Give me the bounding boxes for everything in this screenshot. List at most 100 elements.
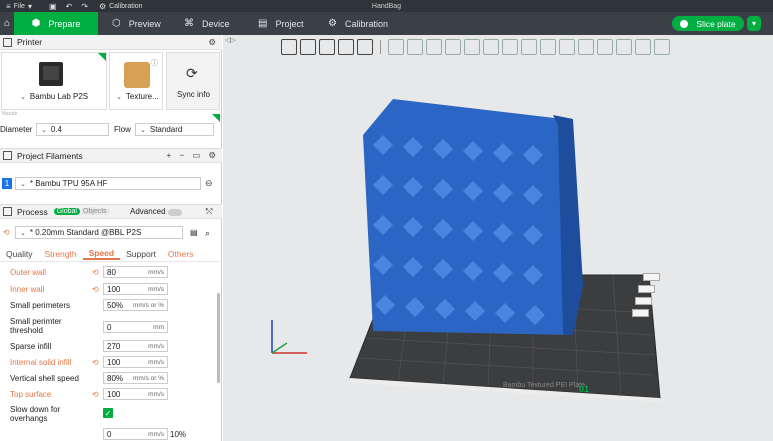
process-section-header: Process Global Objects Advanced ⤲ (0, 204, 222, 219)
param-input[interactable]: 270 mm/s (103, 340, 168, 352)
main-tab-bar: ⌂ ⬢ Prepare ⬡ Preview ⌘ Device ▤ Project… (0, 12, 773, 35)
param-value: 100 (107, 284, 121, 294)
filament-settings-icon[interactable]: ⚙ (208, 150, 216, 161)
filament-row: 1 ⌄ * Bambu TPU 95A HF ⊖ (0, 175, 222, 193)
tab-prepare[interactable]: ⬢ Prepare (14, 12, 98, 35)
printer-card[interactable]: ⌄ Bambu Lab P2S (1, 52, 107, 110)
sync-info-label: Sync info (177, 90, 210, 99)
tab-preview-label: Preview (128, 18, 161, 29)
param-input[interactable]: 80 mm/s (103, 266, 168, 278)
sync-info-button[interactable]: ⟳ Sync info (166, 52, 220, 110)
3d-viewport[interactable]: ◁▷ Bambu Textured PEI Plate 01 (223, 35, 773, 441)
tab-calibration[interactable]: ⚙ Calibration (314, 12, 394, 35)
printer-name: Bambu Lab P2S (29, 92, 89, 101)
advanced-label: Advanced (130, 207, 166, 216)
plate-lock-icon[interactable] (638, 285, 655, 293)
param-unit: mm/s or % (132, 374, 164, 382)
info-icon[interactable]: ⓘ (151, 58, 158, 68)
slice-dropdown-button[interactable]: ▾ (747, 16, 761, 31)
reset-icon[interactable]: ⟲ (92, 358, 99, 367)
tab-device[interactable]: ⌘ Device (170, 12, 244, 35)
param-input[interactable]: 100 mm/s (103, 283, 168, 295)
process-preset-name: * 0.20mm Standard @BBL P2S (29, 228, 142, 237)
title-bar: ≡ File ▾ ▣ ↶ ↷ ⚙ Calibration HandBag (0, 0, 773, 12)
param-value: 270 (107, 341, 121, 351)
compare-icon[interactable]: ⤲ (206, 207, 212, 217)
filament-list-icon[interactable]: ▭ (192, 150, 200, 161)
filament-remove-icon[interactable]: ⊖ (205, 178, 213, 189)
param-input[interactable]: 100 mm/s (103, 356, 168, 368)
slow-down-checkbox[interactable]: ✓ (103, 408, 113, 418)
printer-selector[interactable]: ⌄ Bambu Lab P2S (20, 92, 88, 101)
filament-name: * Bambu TPU 95A HF (29, 179, 108, 188)
save-preset-icon[interactable]: ▤ (190, 228, 198, 237)
reset-icon[interactable]: ⟲ (92, 285, 99, 294)
tab-calibration-label: Calibration (344, 18, 388, 29)
filament-select[interactable]: ⌄ * Bambu TPU 95A HF (15, 177, 201, 190)
slice-toggle-icon (680, 19, 689, 28)
flow-select[interactable]: ⌄ Standard (135, 123, 214, 136)
printer-section-title: Printer (17, 37, 43, 47)
preset-reset-icon[interactable]: ⟲ (3, 228, 10, 237)
plate-close-icon[interactable] (643, 273, 660, 281)
home-button[interactable]: ⌂ (0, 12, 14, 35)
tab-others[interactable]: Others (162, 249, 200, 259)
tab-strength[interactable]: Strength (38, 249, 82, 259)
param-unit: mm/s (148, 358, 164, 366)
chevron-down-icon: ⌄ (41, 126, 47, 134)
search-icon[interactable]: ⌕ (205, 228, 210, 239)
plate-image (124, 62, 150, 88)
advanced-toggle[interactable] (168, 209, 182, 216)
process-preset-select[interactable]: ⌄ * 0.20mm Standard @BBL P2S (15, 226, 183, 239)
param-input[interactable]: 0 mm/s (103, 428, 168, 440)
printer-image (39, 62, 63, 86)
param-input[interactable]: 80% mm/s or % (103, 372, 168, 384)
plate-arrange-icon[interactable] (635, 297, 652, 305)
chevron-down-icon: ▾ (751, 19, 756, 28)
param-unit: mm/s (148, 390, 164, 398)
plate-card[interactable]: ⓘ ⌄ Texture... (109, 52, 163, 110)
filaments-section-title: Project Filaments (17, 150, 83, 161)
tab-quality[interactable]: Quality (0, 249, 38, 259)
param-value: 100 (107, 357, 121, 367)
slice-plate-button[interactable]: Slice plate (672, 16, 744, 31)
reset-icon[interactable]: ⟲ (92, 390, 99, 399)
param-unit: mm/s (148, 268, 164, 276)
param-label: Small perimeters (10, 301, 71, 310)
param-value: 80% (107, 373, 124, 383)
global-toggle[interactable]: Global (53, 208, 80, 215)
tab-project[interactable]: ▤ Project (244, 12, 314, 35)
tab-speed[interactable]: Speed (82, 248, 121, 260)
diameter-label: Diameter (0, 125, 33, 134)
filament-slot-number[interactable]: 1 (2, 178, 12, 189)
plate-selector[interactable]: ⌄ Texture... (116, 92, 159, 101)
reset-icon[interactable]: ⟲ (92, 268, 99, 277)
plate-label: Bambu Textured PEI Plate (503, 382, 585, 389)
preview-icon: ⬡ (112, 18, 121, 29)
objects-toggle[interactable]: Objects (79, 208, 110, 215)
panel-scrollbar[interactable] (217, 293, 220, 383)
flow-value: Standard (149, 125, 183, 134)
tab-preview[interactable]: ⬡ Preview (98, 12, 170, 35)
tab-support[interactable]: Support (120, 249, 162, 259)
chevron-down-icon: ⌄ (140, 126, 146, 134)
param-input[interactable]: 0 mm (103, 321, 168, 333)
printer-connected-badge (98, 53, 106, 61)
remove-filament-icon[interactable]: − (179, 150, 184, 161)
param-input[interactable]: 50% mm/s or % (103, 299, 168, 311)
param-input[interactable]: 100 mm/s (103, 388, 168, 400)
home-icon: ⌂ (3, 18, 11, 29)
add-filament-icon[interactable]: + (166, 150, 171, 161)
handbag-model[interactable] (363, 99, 583, 335)
printer-settings-icon[interactable]: ⚙ (208, 37, 216, 48)
param-label: Top surface (10, 390, 52, 399)
diameter-select[interactable]: ⌄ 0.4 (36, 123, 109, 136)
prepare-icon: ⬢ (31, 18, 41, 29)
settings-panel: Printer ⚙ ⌄ Bambu Lab P2S ⓘ ⌄ Texture... ⟳… (0, 35, 222, 441)
param-label: Inner wall (10, 285, 45, 294)
plate-orient-icon[interactable] (632, 309, 649, 317)
plate-number[interactable]: 01 (579, 384, 589, 394)
param-label: Internal solid infill (10, 358, 72, 367)
param-unit: mm/s or % (132, 301, 164, 309)
calibration-tab-icon: ⚙ (328, 18, 337, 29)
